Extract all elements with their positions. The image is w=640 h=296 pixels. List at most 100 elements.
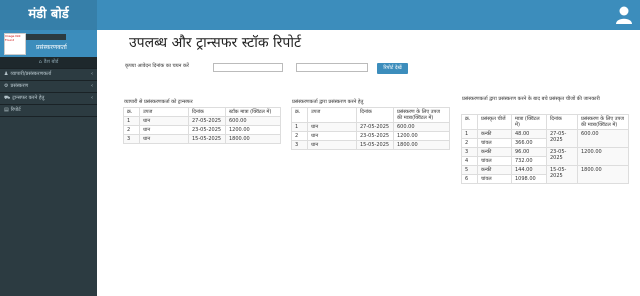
table-cell: 23-05-2025	[356, 131, 394, 141]
table-cell: 366.00	[511, 138, 547, 148]
chevron-left-icon: ‹	[91, 83, 93, 89]
table3-title: प्रसंस्करणकर्ता द्वारा प्रसंस्करण करने क…	[462, 96, 600, 102]
sidebar-item-label: प्रसंस्करण	[10, 83, 29, 89]
truck-icon: ⛟	[4, 95, 11, 101]
column-header: दिनांक	[188, 107, 226, 117]
table-cell: 23-05-2025	[188, 125, 226, 135]
table-cell: 1	[123, 116, 140, 126]
table-cell: धान	[139, 134, 189, 144]
sidebar-item-traders[interactable]: ♟ व्यापारी/प्रसंस्करणकर्ता ‹	[0, 69, 97, 81]
column-header: दिनांक	[356, 107, 394, 123]
column-header: प्रसंस्कृत चीजें	[477, 114, 512, 130]
table-row: 1 कन्की 48.00 27-05-2025 600.00	[461, 129, 629, 148]
table-cell: 2	[123, 125, 140, 135]
table-cell: 144.00	[511, 165, 547, 175]
column-header: प्रसंस्करण के लिए उपज की मात्रा(क्विंटल …	[393, 107, 450, 123]
user-icon[interactable]	[616, 6, 632, 24]
column-header: दिनांक	[546, 114, 578, 130]
table-cell: चांवल	[477, 156, 512, 166]
table-cell: 1800.00	[225, 134, 281, 144]
from-date-input[interactable]	[213, 63, 283, 72]
table-row: 2 धान 23-05-2025 1200.00	[291, 131, 450, 141]
table1-title: व्यापारी से प्रसंस्करणकर्ता को ट्रान्सफर	[124, 99, 193, 105]
table-cell: कन्की	[477, 147, 512, 157]
table-cell: 3	[291, 140, 308, 150]
table-header-row: क्र. उपज दिनांक स्टॉक मात्रा (क्विंटल मे…	[123, 107, 281, 117]
table-row: 2 धान 23-05-2025 1200.00	[123, 125, 281, 135]
main-content: उपलब्ध और ट्रान्सफर स्टॉक रिपोर्ट कृपया …	[97, 30, 640, 296]
column-header: क्र.	[291, 107, 308, 123]
table-row: 1 धान 27-05-2025 600.00	[123, 116, 281, 126]
table-header-row: क्र. प्रसंस्कृत चीजें मात्रा (क्विंटल मे…	[461, 114, 629, 130]
users-icon: ♟	[4, 71, 9, 77]
profile-name-redacted	[26, 34, 66, 40]
sidebar-item-label: डैश बोर्ड	[43, 59, 59, 65]
table-cell: धान	[307, 131, 357, 141]
column-header: स्टॉक मात्रा (क्विंटल में)	[225, 107, 281, 117]
chevron-left-icon: ‹	[91, 71, 93, 77]
sidebar-item-label: ट्रान्सफर करने हेतु	[12, 95, 45, 101]
table-cell: धान	[139, 125, 189, 135]
table-cell: 600.00	[577, 129, 629, 148]
table-row: 5 कन्की 144.00 15-05-2025 1800.00	[461, 165, 629, 184]
gear-icon: ⚙	[4, 83, 9, 89]
date-select-label: कृपया आवेदन दिनांक का चयन करें	[125, 63, 189, 69]
table-cell: 1	[461, 129, 478, 139]
profile-role: प्रसंस्करणकर्ता	[36, 44, 67, 51]
table-cell: चांवल	[477, 174, 512, 184]
table-cell: 600.00	[393, 122, 450, 132]
report-icon: ▤	[4, 107, 9, 113]
view-report-button[interactable]: रिपोर्ट देखें	[377, 63, 408, 74]
table-cell: 2	[461, 138, 478, 148]
table-cell: 5	[461, 165, 478, 175]
table-cell: 3	[461, 147, 478, 157]
sidebar: Image Not Found प्रसंस्करणकर्ता ⌂ डैश बोर…	[0, 30, 97, 296]
user-panel: Image Not Found प्रसंस्करणकर्ता	[0, 30, 97, 57]
table-cell: 600.00	[225, 116, 281, 126]
table-cell: 15-05-2025	[356, 140, 394, 150]
table-cell: धान	[307, 122, 357, 132]
column-header: मात्रा (क्विंटल में)	[511, 114, 547, 130]
table-cell: 1800.00	[393, 140, 450, 150]
table-row: 1 धान 27-05-2025 600.00	[291, 122, 450, 132]
table2-title: प्रसंस्करणकर्ता द्वारा प्रसंस्करण करने ह…	[292, 99, 364, 105]
column-header: उपज	[139, 107, 189, 117]
table-cell: 15-05-2025	[188, 134, 226, 144]
page-title: उपलब्ध और ट्रान्सफर स्टॉक रिपोर्ट	[129, 35, 302, 51]
table-header-row: क्र. उपज दिनांक प्रसंस्करण के लिए उपज की…	[291, 107, 450, 123]
table-cell: 1200.00	[393, 131, 450, 141]
dashboard-icon: ⌂	[38, 59, 42, 65]
sidebar-item-report[interactable]: ▤ रिपोर्ट	[0, 105, 97, 117]
table-cell: 96.00	[511, 147, 547, 157]
chevron-left-icon: ‹	[91, 95, 93, 101]
column-header: क्र.	[123, 107, 140, 117]
table-cell: 4	[461, 156, 478, 166]
column-header: क्र.	[461, 114, 478, 130]
top-navbar: मंडी बोर्ड	[0, 0, 640, 30]
table-cell: 2	[291, 131, 308, 141]
table-cell: 27-05-2025	[356, 122, 394, 132]
table-row: 3 धान 15-05-2025 1800.00	[123, 134, 281, 144]
sidebar-item-label: रिपोर्ट	[10, 107, 21, 113]
table-cell: 1098.00	[511, 174, 547, 184]
sidebar-item-dashboard[interactable]: ⌂ डैश बोर्ड	[0, 57, 97, 69]
trader-transfer-table: क्र. उपज दिनांक स्टॉक मात्रा (क्विंटल मे…	[123, 107, 281, 144]
table-cell: 48.00	[511, 129, 547, 139]
table-cell: धान	[307, 140, 357, 150]
sidebar-item-transfer[interactable]: ⛟ ट्रान्सफर करने हेतु ‹	[0, 93, 97, 105]
table-cell: 1200.00	[577, 147, 629, 166]
table-cell: 27-05-2025	[546, 129, 578, 148]
table-cell: 15-05-2025	[546, 165, 578, 184]
to-date-input[interactable]	[296, 63, 368, 72]
column-header: प्रसंस्करण के लिए उपज की मात्रा(क्विंटल …	[577, 114, 629, 130]
table-cell: 732.00	[511, 156, 547, 166]
table-cell: 1200.00	[225, 125, 281, 135]
table-cell: कन्की	[477, 165, 512, 175]
brand-logo[interactable]: मंडी बोर्ड	[0, 0, 97, 30]
table-cell: कन्की	[477, 129, 512, 139]
table-cell: 1800.00	[577, 165, 629, 184]
sidebar-item-processing[interactable]: ⚙ प्रसंस्करण ‹	[0, 81, 97, 93]
table-row: 3 कन्की 96.00 23-05-2025 1200.00	[461, 147, 629, 166]
processing-table: क्र. उपज दिनांक प्रसंस्करण के लिए उपज की…	[291, 107, 450, 150]
table-cell: धान	[139, 116, 189, 126]
